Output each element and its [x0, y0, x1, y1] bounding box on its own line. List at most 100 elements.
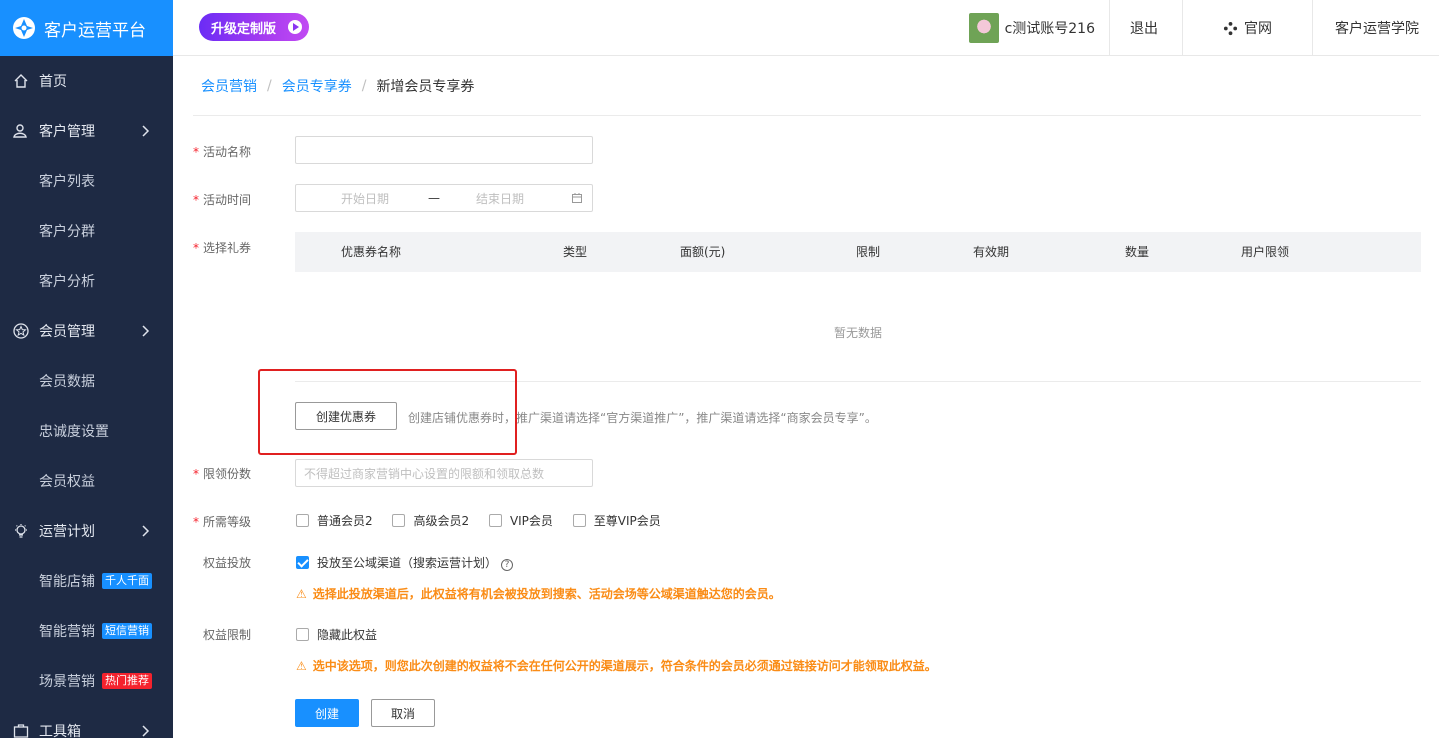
checkbox[interactable] — [488, 514, 502, 527]
sidebar-item-label: 忠诚度设置 — [39, 424, 109, 440]
sidebar-item-label: 会员管理 — [39, 324, 95, 340]
cancel-button[interactable]: 取消 — [371, 699, 435, 727]
sidebar-item-label: 客户分群 — [39, 224, 95, 240]
play-icon — [288, 20, 302, 34]
breadcrumb-current: 新增会员专享券 — [376, 78, 475, 95]
sidebar-item-customer-segments[interactable]: 客户分群 — [0, 206, 173, 256]
sidebar-item-label: 场景营销 — [39, 674, 95, 690]
column-header: 有效期 — [973, 245, 1010, 259]
breadcrumb-separator: / — [267, 77, 272, 94]
sidebar-item-toolbox[interactable]: 工具箱 — [0, 706, 173, 738]
badge-sms-marketing: 短信营销 — [102, 623, 152, 639]
breadcrumb-member-marketing[interactable]: 会员营销 — [201, 76, 257, 96]
site-logo-icon — [1223, 21, 1238, 35]
bulb-icon — [12, 522, 30, 540]
limit-count-input[interactable]: 不得超过商家营销中心设置的限额和领取总数 — [295, 459, 593, 487]
sidebar-item-label: 工具箱 — [39, 724, 81, 738]
column-header: 限制 — [856, 245, 881, 259]
column-header: 用户限领 — [1241, 245, 1290, 259]
academy-link[interactable]: 客户运营学院 — [1312, 0, 1439, 56]
activity-name-label: * 活动名称 — [193, 145, 252, 159]
checkbox[interactable] — [296, 514, 309, 527]
delivery-option-label: 投放至公域渠道（搜索运营计划） — [317, 556, 498, 570]
sidebar-item-label: 客户分析 — [39, 274, 95, 290]
activity-name-input[interactable] — [295, 136, 593, 164]
warning-icon: ⚠ — [296, 659, 307, 673]
date-range-picker[interactable]: 开始日期 — 结束日期 — [295, 184, 593, 212]
chevron-right-icon — [142, 325, 150, 337]
official-site-label: 官网 — [1244, 21, 1272, 37]
avatar — [968, 13, 999, 43]
levels-checkbox-group: 普通会员2 高级会员2 VIP会员 至尊VIP会员 — [296, 512, 677, 529]
limit-count-placeholder: 不得超过商家营销中心设置的限额和领取总数 — [304, 466, 545, 481]
level-checkbox[interactable]: VIP会员 — [488, 512, 553, 529]
delivery-warning: ⚠ 选择此投放渠道后，此权益将有机会被投放到搜索、活动会场等公域渠道触达您的会员。 — [296, 587, 781, 601]
levels-label: * 所需等级 — [193, 515, 252, 529]
badge-hot: 热门推荐 — [102, 673, 152, 689]
column-header: 优惠券名称 — [341, 245, 402, 259]
sidebar-item-customer-management[interactable]: 客户管理 — [0, 106, 173, 156]
level-checkbox[interactable]: 至尊VIP会员 — [572, 512, 661, 529]
logout-label: 退出 — [1130, 21, 1158, 37]
sidebar-item-label: 智能营销 — [39, 624, 95, 640]
calendar-icon — [572, 193, 582, 203]
breadcrumb-member-coupon[interactable]: 会员专享券 — [282, 76, 352, 96]
logo-icon — [13, 17, 35, 39]
restriction-option[interactable]: 隐藏此权益 — [296, 626, 377, 643]
sidebar-item-smart-marketing[interactable]: 智能营销 短信营销 — [0, 606, 173, 656]
user-icon — [12, 122, 30, 140]
upgrade-label: 升级定制版 — [211, 21, 277, 37]
column-header: 类型 — [563, 245, 588, 259]
top-header: 升级定制版 c测试账号216 退出 官网 客户运营学院 — [173, 0, 1439, 56]
restriction-warning: ⚠ 选中该选项，则您此次创建的权益将不会在任何公开的渠道展示，符合条件的会员必须通… — [296, 659, 937, 673]
sidebar: 客户运营平台 首页 客户管理 客户列表 客户分群 客户分析 会员管理 会员数据 … — [0, 0, 173, 738]
restriction-checkbox[interactable] — [296, 628, 309, 641]
checkbox[interactable] — [392, 514, 406, 527]
chevron-right-icon — [142, 525, 150, 537]
sidebar-item-label: 首页 — [39, 74, 67, 90]
sidebar-item-label: 客户管理 — [39, 124, 95, 140]
logout-link[interactable]: 退出 — [1109, 0, 1182, 56]
end-date-input[interactable]: 结束日期 — [476, 190, 524, 207]
brand-title: 客户运营平台 — [44, 20, 146, 41]
level-checkbox[interactable]: 普通会员2 — [296, 512, 373, 529]
level-checkbox[interactable]: 高级会员2 — [392, 512, 469, 529]
toolbox-icon — [12, 722, 30, 738]
coupon-table-header: 优惠券名称 类型 面额(元) 限制 有效期 数量 用户限领 — [295, 232, 1421, 272]
limit-count-label: * 限领份数 — [193, 467, 252, 481]
restriction-option-label: 隐藏此权益 — [317, 628, 378, 642]
help-icon[interactable]: ? — [501, 559, 514, 571]
delivery-option[interactable]: 投放至公域渠道（搜索运营计划）? — [296, 554, 514, 571]
sidebar-item-operation-plan[interactable]: 运营计划 — [0, 506, 173, 556]
sidebar-item-member-benefits[interactable]: 会员权益 — [0, 456, 173, 506]
breadcrumb: 会员营销 / 会员专享券 / 新增会员专享券 — [193, 56, 1421, 116]
account-name: c测试账号216 — [1004, 21, 1095, 37]
sidebar-item-member-data[interactable]: 会员数据 — [0, 356, 173, 406]
chevron-right-icon — [142, 125, 150, 137]
start-date-input[interactable]: 开始日期 — [341, 190, 389, 207]
sidebar-item-label: 运营计划 — [39, 524, 95, 540]
sidebar-item-label: 客户列表 — [39, 174, 95, 190]
breadcrumb-separator: / — [361, 77, 367, 94]
sidebar-item-scene-marketing[interactable]: 场景营销 热门推荐 — [0, 656, 173, 706]
sidebar-item-member-management[interactable]: 会员管理 — [0, 306, 173, 356]
sidebar-item-loyalty-settings[interactable]: 忠诚度设置 — [0, 406, 173, 456]
sidebar-item-label: 智能店铺 — [39, 574, 95, 590]
warning-icon: ⚠ — [296, 587, 307, 601]
academy-label: 客户运营学院 — [1335, 21, 1419, 37]
submit-button[interactable]: 创建 — [295, 699, 359, 727]
sidebar-item-home[interactable]: 首页 — [0, 56, 173, 106]
upgrade-button[interactable]: 升级定制版 — [199, 13, 309, 41]
sidebar-item-label: 会员数据 — [39, 374, 95, 390]
brand[interactable]: 客户运营平台 — [0, 0, 173, 56]
sidebar-item-customer-analysis[interactable]: 客户分析 — [0, 256, 173, 306]
checkbox[interactable] — [572, 514, 586, 527]
account-info[interactable]: c测试账号216 — [949, 0, 1109, 56]
sidebar-item-smart-store[interactable]: 智能店铺 千人千面 — [0, 556, 173, 606]
column-header: 面额(元) — [680, 245, 726, 259]
sidebar-item-customer-list[interactable]: 客户列表 — [0, 156, 173, 206]
coupon-label: * 选择礼券 — [193, 241, 252, 255]
star-icon — [12, 322, 30, 340]
delivery-checkbox[interactable] — [296, 556, 309, 569]
official-site-link[interactable]: 官网 — [1182, 0, 1312, 56]
